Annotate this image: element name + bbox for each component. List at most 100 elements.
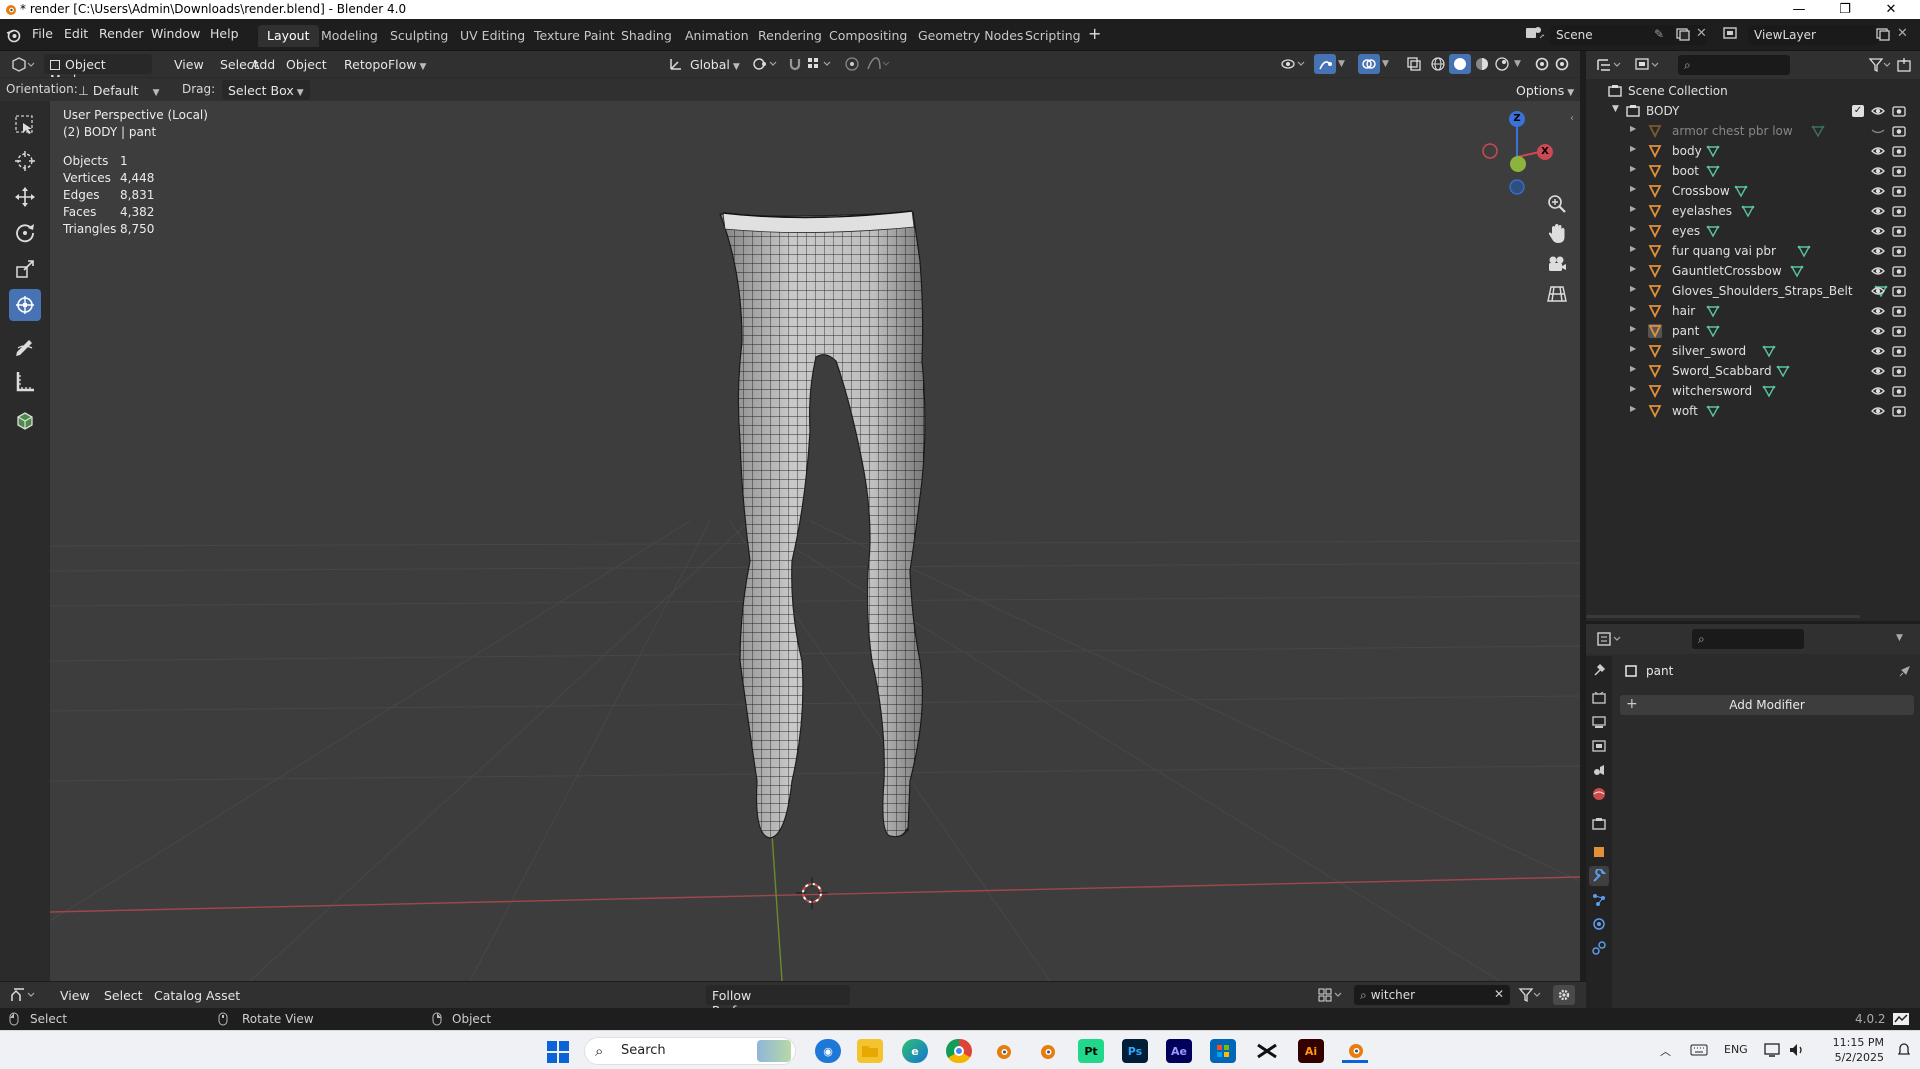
outliner-scrollbar[interactable]	[1586, 615, 1860, 618]
tab-layout[interactable]: Layout	[258, 25, 319, 47]
render-tab-icon[interactable]	[1589, 688, 1609, 708]
visibility-eye-icon[interactable]	[1871, 344, 1885, 358]
render-camera-icon[interactable]	[1892, 224, 1906, 238]
camera-view-icon[interactable]	[1546, 253, 1568, 275]
menu-help[interactable]: Help	[210, 26, 239, 41]
cursor-tool[interactable]	[9, 145, 41, 177]
view-layer-field[interactable]: ViewLayer	[1748, 25, 1878, 45]
transform-orientation-dropdown[interactable]: Global ▼	[684, 54, 746, 74]
mesh-data-icon[interactable]	[1776, 364, 1790, 378]
display-mode-icon[interactable]	[1634, 57, 1660, 73]
import-method-dropdown[interactable]: Follow Preferences▼	[706, 985, 850, 1018]
visibility-eye-icon[interactable]	[1871, 284, 1885, 298]
editor-type-icon[interactable]	[10, 55, 36, 73]
asset-filter-icon[interactable]	[1518, 987, 1542, 1003]
exclude-checkbox[interactable]: ✓	[1852, 105, 1864, 117]
physics-tab-icon[interactable]	[1589, 914, 1609, 934]
expand-triangle-icon[interactable]: ▶	[1630, 284, 1636, 293]
particles-tab-icon[interactable]	[1589, 890, 1609, 910]
selectability-visibility-icon[interactable]	[1280, 56, 1308, 72]
tab-sculpting[interactable]: Sculpting	[381, 25, 457, 47]
mesh-data-icon[interactable]	[1741, 204, 1755, 218]
outliner-editor-type-icon[interactable]	[1596, 57, 1622, 73]
snap-target-icon[interactable]	[806, 56, 834, 72]
menu-file[interactable]: File	[32, 26, 53, 41]
shading-dropdown-icon[interactable]: ▼	[1514, 59, 1521, 69]
close-window-button[interactable]: ✕	[1868, 0, 1914, 19]
camera-lock-icon[interactable]	[1554, 56, 1570, 72]
overlays-toggle-icon[interactable]	[1358, 54, 1380, 74]
render-camera-icon[interactable]	[1892, 204, 1906, 218]
visibility-eye-icon[interactable]	[1871, 204, 1885, 218]
retopoflow-menu[interactable]: RetopoFlow ▼	[338, 54, 432, 74]
visibility-eye-icon[interactable]	[1871, 244, 1885, 258]
asset-menu-catalog[interactable]: Catalog	[148, 985, 208, 1005]
visibility-eye-icon[interactable]	[1871, 164, 1885, 178]
gizmo-collapse-icon[interactable]: ‹	[1570, 113, 1574, 124]
outliner-item-pant[interactable]: ▶ pant	[1586, 321, 1920, 341]
viewport-menu-view[interactable]: View	[168, 54, 210, 74]
visibility-eye-icon[interactable]	[1871, 324, 1885, 338]
expand-triangle-icon[interactable]: ▶	[1630, 244, 1636, 253]
expand-triangle-icon[interactable]: ▶	[1630, 364, 1636, 373]
outliner-item-hair[interactable]: ▶ hair	[1586, 301, 1920, 321]
mesh-data-icon[interactable]	[1811, 124, 1825, 138]
object-tab-icon[interactable]	[1589, 842, 1609, 862]
render-camera-icon[interactable]	[1892, 264, 1906, 278]
shading-rendered-icon[interactable]	[1494, 56, 1510, 72]
pin-icon[interactable]	[1898, 664, 1912, 678]
scene-tab-icon[interactable]	[1589, 760, 1609, 780]
visibility-eye-icon[interactable]	[1871, 224, 1885, 238]
add-modifier-button[interactable]: + Add Modifier	[1620, 695, 1914, 715]
outliner-item-body[interactable]: ▶ body	[1586, 141, 1920, 161]
expand-triangle-icon[interactable]: ▶	[1630, 164, 1636, 173]
outliner-item-armor-chest-pbr-low[interactable]: ▶ armor chest pbr low	[1586, 121, 1920, 141]
expand-triangle-icon[interactable]: ▶	[1630, 144, 1636, 153]
shading-solid-icon[interactable]	[1449, 54, 1471, 74]
expand-triangle-icon[interactable]: ▶	[1630, 384, 1636, 393]
outliner-item-sword-scabbard[interactable]: ▶ Sword_Scabbard	[1586, 361, 1920, 381]
drag-dropdown[interactable]: Select Box ▼	[222, 80, 310, 100]
asset-menu-asset[interactable]: Asset	[200, 985, 246, 1005]
display-grid-icon[interactable]	[1318, 987, 1344, 1003]
asset-menu-select[interactable]: Select	[98, 985, 149, 1005]
mesh-data-icon[interactable]	[1762, 344, 1776, 358]
scale-tool[interactable]	[9, 253, 41, 285]
visibility-eye-icon[interactable]	[1871, 304, 1885, 318]
collection-tab-icon[interactable]	[1589, 814, 1609, 834]
taskbar-edge-icon[interactable]: e	[902, 1039, 928, 1063]
asset-menu-view[interactable]: View	[54, 985, 96, 1005]
tab-scripting[interactable]: Scripting	[1016, 25, 1090, 47]
visibility-eye-icon[interactable]	[1871, 364, 1885, 378]
rotate-tool[interactable]	[9, 217, 41, 249]
tab-rendering[interactable]: Rendering	[749, 25, 831, 47]
overlays-dropdown-icon[interactable]: ▼	[1382, 59, 1389, 69]
outliner-item-fur-quang-vai-pbr[interactable]: ▶ fur quang vai pbr	[1586, 241, 1920, 261]
outliner-item-crossbow[interactable]: ▶ Crossbow	[1586, 181, 1920, 201]
taskbar-blender-icon-1[interactable]	[990, 1039, 1016, 1063]
visibility-eye-icon[interactable]	[1871, 264, 1885, 278]
collapse-triangle-icon[interactable]: ▼	[1612, 104, 1619, 114]
gizmo-z-axis[interactable]: Z	[1509, 111, 1525, 127]
annotate-tool[interactable]	[9, 329, 41, 361]
shading-wireframe-icon[interactable]	[1430, 56, 1446, 72]
render-camera-icon[interactable]	[1892, 404, 1906, 418]
expand-triangle-icon[interactable]: ▶	[1630, 224, 1636, 233]
tray-chevron-up-icon[interactable]: ︿	[1660, 1043, 1671, 1059]
delete-view-layer-icon[interactable]: ✕	[1897, 26, 1908, 41]
delete-scene-icon[interactable]: ✕	[1696, 26, 1707, 41]
taskbar-store-icon[interactable]	[1210, 1039, 1236, 1063]
outliner-item-woft[interactable]: ▶ woft	[1586, 401, 1920, 421]
mesh-data-icon[interactable]	[1706, 224, 1720, 238]
render-camera-icon[interactable]	[1892, 284, 1906, 298]
taskbar-app-zalo-icon[interactable]: ◉	[815, 1039, 841, 1063]
scene-icon[interactable]	[1524, 25, 1546, 43]
render-camera-icon[interactable]	[1892, 324, 1906, 338]
properties-search-field[interactable]: ⌕	[1692, 629, 1804, 649]
orientation-dropdown[interactable]: ⊥ Default ▼	[72, 80, 168, 100]
tool-tab-icon[interactable]	[1589, 660, 1609, 680]
mesh-data-icon[interactable]	[1706, 164, 1720, 178]
expand-triangle-icon[interactable]: ▶	[1630, 204, 1636, 213]
visibility-eye-icon[interactable]	[1871, 184, 1885, 198]
tab-compositing[interactable]: Compositing	[820, 25, 916, 47]
